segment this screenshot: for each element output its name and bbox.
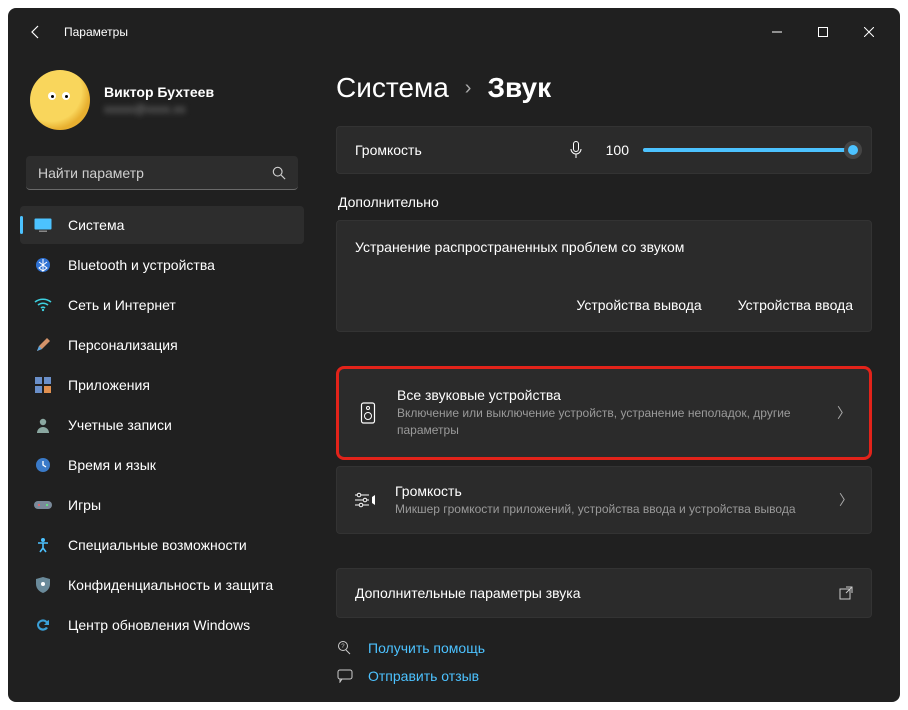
nav-system[interactable]: Система <box>20 206 304 244</box>
search-icon <box>272 166 286 180</box>
nav-time[interactable]: Время и язык <box>20 446 304 484</box>
display-icon <box>34 216 52 234</box>
person-icon <box>34 416 52 434</box>
nav-apps[interactable]: Приложения <box>20 366 304 404</box>
link-label: Отправить отзыв <box>368 668 479 684</box>
volume-label: Громкость <box>355 142 555 158</box>
troubleshoot-title: Устранение распространенных проблем со з… <box>355 239 853 255</box>
troubleshoot-card: Устранение распространенных проблем со з… <box>336 220 872 332</box>
nav-label: Учетные записи <box>68 417 172 433</box>
link-label: Получить помощь <box>368 640 485 656</box>
update-icon <box>34 616 52 634</box>
back-button[interactable] <box>16 12 56 52</box>
minimize-button[interactable] <box>754 16 800 48</box>
accessibility-icon <box>34 536 52 554</box>
item-desc: Включение или выключение устройств, устр… <box>397 405 819 439</box>
breadcrumb: Система › Звук <box>336 56 872 126</box>
nav-label: Персонализация <box>68 337 178 353</box>
settings-window: Параметры Виктор Бухтеев xxxxx@xxxx.xx <box>8 8 900 702</box>
nav-bluetooth[interactable]: Bluetooth и устройства <box>20 246 304 284</box>
chevron-right-icon: 〉 <box>839 490 853 510</box>
nav-list: Система Bluetooth и устройства Сеть и Ин… <box>14 206 310 644</box>
nav-label: Центр обновления Windows <box>68 617 250 633</box>
all-sound-devices-item[interactable]: Все звуковые устройства Включение или вы… <box>336 366 872 460</box>
search-box[interactable] <box>26 156 298 190</box>
window-title: Параметры <box>64 25 128 39</box>
nav-label: Сеть и Интернет <box>68 297 176 313</box>
titlebar: Параметры <box>8 8 900 56</box>
feedback-icon <box>336 669 354 683</box>
speaker-device-icon <box>357 402 379 424</box>
nav-personalization[interactable]: Персонализация <box>20 326 304 364</box>
nav-accessibility[interactable]: Специальные возможности <box>20 526 304 564</box>
svg-text:?: ? <box>341 645 345 651</box>
profile-email: xxxxx@xxxx.xx <box>104 102 214 116</box>
microphone-icon[interactable] <box>569 141 583 159</box>
nav-gaming[interactable]: Игры <box>20 486 304 524</box>
maximize-button[interactable] <box>800 16 846 48</box>
send-feedback-link[interactable]: Отправить отзыв <box>336 668 872 684</box>
wifi-icon <box>34 296 52 314</box>
bluetooth-icon <box>34 256 52 274</box>
section-more: Дополнительно <box>338 194 872 210</box>
gamepad-icon <box>34 496 52 514</box>
nav-label: Приложения <box>68 377 150 393</box>
help-icon: ? <box>336 640 354 656</box>
breadcrumb-current: Звук <box>487 72 551 104</box>
nav-label: Игры <box>68 497 101 513</box>
chevron-right-icon: › <box>465 77 472 100</box>
volume-slider[interactable] <box>643 148 853 152</box>
nav-label: Время и язык <box>68 457 156 473</box>
volume-mixer-item[interactable]: Громкость Микшер громкости приложений, у… <box>336 466 872 535</box>
troubleshoot-input-button[interactable]: Устройства ввода <box>738 297 853 313</box>
volume-value: 100 <box>597 142 629 158</box>
breadcrumb-parent[interactable]: Система <box>336 72 449 104</box>
more-sound-settings-item[interactable]: Дополнительные параметры звука <box>336 568 872 618</box>
profile[interactable]: Виктор Бухтеев xxxxx@xxxx.xx <box>14 56 310 148</box>
open-external-icon <box>839 586 853 600</box>
item-title: Дополнительные параметры звука <box>355 585 821 601</box>
nav-accounts[interactable]: Учетные записи <box>20 406 304 444</box>
avatar <box>30 70 90 130</box>
nav-privacy[interactable]: Конфиденциальность и защита <box>20 566 304 604</box>
shield-icon <box>34 576 52 594</box>
get-help-link[interactable]: ? Получить помощь <box>336 640 872 656</box>
sidebar: Виктор Бухтеев xxxxx@xxxx.xx Система Blu… <box>8 56 316 702</box>
clock-icon <box>34 456 52 474</box>
apps-icon <box>34 376 52 394</box>
chevron-right-icon: 〉 <box>837 403 851 423</box>
nav-update[interactable]: Центр обновления Windows <box>20 606 304 644</box>
nav-label: Bluetooth и устройства <box>68 257 215 273</box>
item-title: Громкость <box>395 483 821 499</box>
item-desc: Микшер громкости приложений, устройства … <box>395 501 821 518</box>
search-input[interactable] <box>38 165 264 181</box>
brush-icon <box>34 336 52 354</box>
close-button[interactable] <box>846 16 892 48</box>
nav-label: Конфиденциальность и защита <box>68 577 273 593</box>
nav-label: Система <box>68 217 124 233</box>
troubleshoot-output-button[interactable]: Устройства вывода <box>576 297 701 313</box>
mixer-icon <box>355 492 377 508</box>
main-content: Система › Звук Громкость 100 Допол <box>316 56 900 702</box>
item-title: Все звуковые устройства <box>397 387 819 403</box>
profile-name: Виктор Бухтеев <box>104 84 214 100</box>
nav-network[interactable]: Сеть и Интернет <box>20 286 304 324</box>
volume-card: Громкость 100 <box>336 126 872 174</box>
nav-label: Специальные возможности <box>68 537 247 553</box>
